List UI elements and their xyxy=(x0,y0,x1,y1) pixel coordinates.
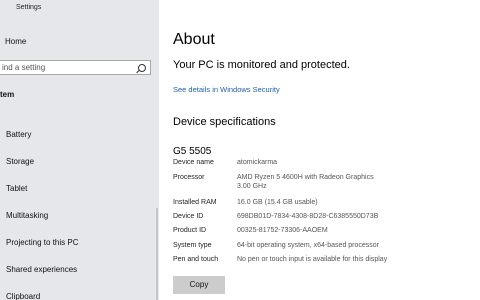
sidebar-item-label: Multitasking xyxy=(6,211,49,220)
spec-value: AMD Ryzen 5 4600H with Radeon Graphics xyxy=(237,174,374,181)
device-model: G5 5505 xyxy=(173,146,212,157)
spec-value-line2: 3.00 GHz xyxy=(237,183,267,190)
spec-value: 00325-81752-73306-AAOEM xyxy=(237,227,328,234)
spec-key: Processor xyxy=(173,174,205,181)
security-link[interactable]: See details in Windows Security xyxy=(173,85,280,94)
copy-button[interactable]: Copy xyxy=(173,276,225,294)
sidebar-item-clipboard[interactable]: Clipboard xyxy=(0,283,157,300)
sidebar-item-label: Tablet xyxy=(6,184,28,193)
sidebar-item-label: Projecting to this PC xyxy=(6,238,79,247)
sidebar-item-label: Storage xyxy=(6,157,35,166)
sidebar-item-home[interactable]: Home xyxy=(5,37,155,51)
search-placeholder: ind a setting xyxy=(2,63,46,72)
sidebar-item-tablet[interactable]: Tablet xyxy=(0,175,157,201)
sidebar-item-projecting[interactable]: Projecting to this PC xyxy=(0,229,157,255)
sidebar-item-label: Clipboard xyxy=(6,292,41,300)
spec-value: 698DB01D-7834-4308-8D28-C6385550D73B xyxy=(237,213,379,220)
protection-status: Your PC is monitored and protected. xyxy=(173,59,350,71)
spec-value: 64-bit operating system, x64-based proce… xyxy=(237,242,380,249)
sidebar-scrollbar[interactable] xyxy=(156,208,158,300)
window-title: Settings xyxy=(16,4,42,11)
spec-key: Product ID xyxy=(173,227,207,234)
main-content: About Your PC is monitored and protected… xyxy=(159,0,480,300)
spec-key: Installed RAM xyxy=(173,199,217,206)
sidebar-item-label: Battery xyxy=(6,130,32,139)
spec-value: 16.0 GB (15.4 GB usable) xyxy=(237,199,318,206)
search-icon[interactable] xyxy=(138,64,146,72)
sidebar-item-shared-experiences[interactable]: Shared experiences xyxy=(0,256,157,282)
sidebar-item-label: Home xyxy=(5,37,27,46)
page-title: About xyxy=(173,31,215,48)
sidebar: Settings Home ind a setting tem Battery … xyxy=(0,0,159,300)
spec-key: System type xyxy=(173,242,212,249)
sidebar-item-multitasking[interactable]: Multitasking xyxy=(0,202,157,228)
sidebar-item-label: Shared experiences xyxy=(6,265,78,274)
spec-value: No pen or touch input is available for t… xyxy=(237,256,388,263)
sidebar-item-storage[interactable]: Storage xyxy=(0,148,157,174)
spec-key: Pen and touch xyxy=(173,256,219,263)
section-heading: tem xyxy=(0,90,15,99)
spec-key: Device name xyxy=(173,159,214,166)
spec-value: atomickarma xyxy=(237,159,278,166)
device-specs-heading: Device specifications xyxy=(173,116,276,128)
spec-key: Device ID xyxy=(173,213,204,220)
sidebar-item-battery[interactable]: Battery xyxy=(0,121,157,147)
search-input[interactable]: ind a setting xyxy=(0,60,151,75)
